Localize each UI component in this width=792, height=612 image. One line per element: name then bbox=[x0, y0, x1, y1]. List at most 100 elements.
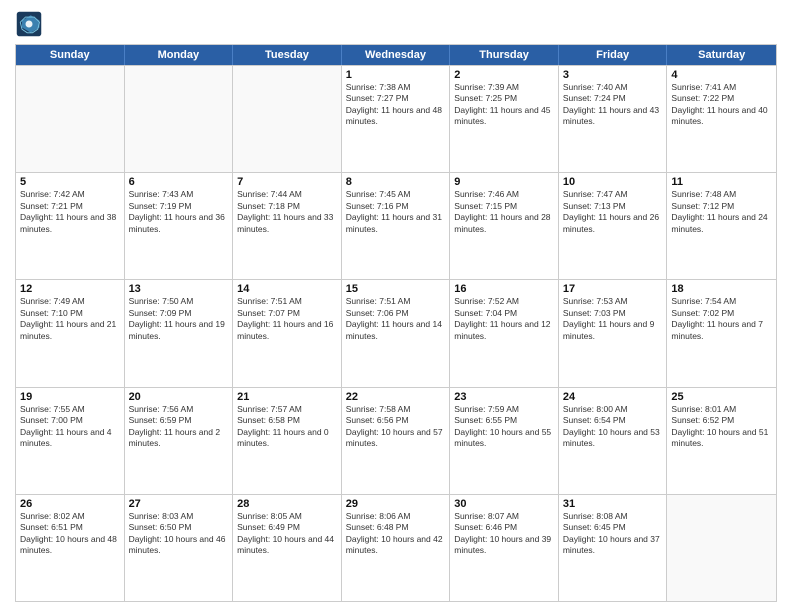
cell-info-text: Sunrise: 7:50 AM Sunset: 7:09 PM Dayligh… bbox=[129, 296, 229, 342]
header-day-monday: Monday bbox=[125, 45, 234, 65]
cal-cell-4: 4Sunrise: 7:41 AM Sunset: 7:22 PM Daylig… bbox=[667, 66, 776, 172]
day-number: 31 bbox=[563, 498, 663, 510]
day-number: 17 bbox=[563, 283, 663, 295]
cell-info-text: Sunrise: 7:43 AM Sunset: 7:19 PM Dayligh… bbox=[129, 189, 229, 235]
cell-info-text: Sunrise: 8:08 AM Sunset: 6:45 PM Dayligh… bbox=[563, 511, 663, 557]
week-row-1: 5Sunrise: 7:42 AM Sunset: 7:21 PM Daylig… bbox=[16, 172, 776, 279]
day-number: 7 bbox=[237, 176, 337, 188]
cal-cell-21: 21Sunrise: 7:57 AM Sunset: 6:58 PM Dayli… bbox=[233, 388, 342, 494]
header-day-wednesday: Wednesday bbox=[342, 45, 451, 65]
day-number: 22 bbox=[346, 391, 446, 403]
header-day-tuesday: Tuesday bbox=[233, 45, 342, 65]
day-number: 25 bbox=[671, 391, 772, 403]
cell-info-text: Sunrise: 7:58 AM Sunset: 6:56 PM Dayligh… bbox=[346, 404, 446, 450]
logo-icon bbox=[15, 10, 43, 38]
cal-cell-3: 3Sunrise: 7:40 AM Sunset: 7:24 PM Daylig… bbox=[559, 66, 668, 172]
week-row-0: 1Sunrise: 7:38 AM Sunset: 7:27 PM Daylig… bbox=[16, 65, 776, 172]
day-number: 19 bbox=[20, 391, 120, 403]
day-number: 11 bbox=[671, 176, 772, 188]
day-number: 13 bbox=[129, 283, 229, 295]
day-number: 4 bbox=[671, 69, 772, 81]
cell-info-text: Sunrise: 7:55 AM Sunset: 7:00 PM Dayligh… bbox=[20, 404, 120, 450]
header bbox=[15, 10, 777, 38]
cal-cell-26: 26Sunrise: 8:02 AM Sunset: 6:51 PM Dayli… bbox=[16, 495, 125, 601]
cal-cell-14: 14Sunrise: 7:51 AM Sunset: 7:07 PM Dayli… bbox=[233, 280, 342, 386]
cell-info-text: Sunrise: 7:47 AM Sunset: 7:13 PM Dayligh… bbox=[563, 189, 663, 235]
day-number: 5 bbox=[20, 176, 120, 188]
day-number: 26 bbox=[20, 498, 120, 510]
week-row-2: 12Sunrise: 7:49 AM Sunset: 7:10 PM Dayli… bbox=[16, 279, 776, 386]
cell-info-text: Sunrise: 7:41 AM Sunset: 7:22 PM Dayligh… bbox=[671, 82, 772, 128]
day-number: 12 bbox=[20, 283, 120, 295]
cal-cell-25: 25Sunrise: 8:01 AM Sunset: 6:52 PM Dayli… bbox=[667, 388, 776, 494]
day-number: 2 bbox=[454, 69, 554, 81]
header-day-saturday: Saturday bbox=[667, 45, 776, 65]
day-number: 28 bbox=[237, 498, 337, 510]
cal-cell-empty-0-0 bbox=[16, 66, 125, 172]
cell-info-text: Sunrise: 7:51 AM Sunset: 7:07 PM Dayligh… bbox=[237, 296, 337, 342]
cal-cell-2: 2Sunrise: 7:39 AM Sunset: 7:25 PM Daylig… bbox=[450, 66, 559, 172]
cell-info-text: Sunrise: 7:52 AM Sunset: 7:04 PM Dayligh… bbox=[454, 296, 554, 342]
cell-info-text: Sunrise: 7:45 AM Sunset: 7:16 PM Dayligh… bbox=[346, 189, 446, 235]
calendar-body: 1Sunrise: 7:38 AM Sunset: 7:27 PM Daylig… bbox=[16, 65, 776, 601]
cell-info-text: Sunrise: 8:05 AM Sunset: 6:49 PM Dayligh… bbox=[237, 511, 337, 557]
day-number: 16 bbox=[454, 283, 554, 295]
cell-info-text: Sunrise: 7:46 AM Sunset: 7:15 PM Dayligh… bbox=[454, 189, 554, 235]
cal-cell-27: 27Sunrise: 8:03 AM Sunset: 6:50 PM Dayli… bbox=[125, 495, 234, 601]
calendar-header-row: SundayMondayTuesdayWednesdayThursdayFrid… bbox=[16, 45, 776, 65]
header-day-friday: Friday bbox=[559, 45, 668, 65]
week-row-3: 19Sunrise: 7:55 AM Sunset: 7:00 PM Dayli… bbox=[16, 387, 776, 494]
day-number: 3 bbox=[563, 69, 663, 81]
day-number: 30 bbox=[454, 498, 554, 510]
day-number: 10 bbox=[563, 176, 663, 188]
cell-info-text: Sunrise: 7:44 AM Sunset: 7:18 PM Dayligh… bbox=[237, 189, 337, 235]
cal-cell-20: 20Sunrise: 7:56 AM Sunset: 6:59 PM Dayli… bbox=[125, 388, 234, 494]
cell-info-text: Sunrise: 7:42 AM Sunset: 7:21 PM Dayligh… bbox=[20, 189, 120, 235]
day-number: 6 bbox=[129, 176, 229, 188]
day-number: 9 bbox=[454, 176, 554, 188]
day-number: 15 bbox=[346, 283, 446, 295]
cell-info-text: Sunrise: 7:39 AM Sunset: 7:25 PM Dayligh… bbox=[454, 82, 554, 128]
cal-cell-22: 22Sunrise: 7:58 AM Sunset: 6:56 PM Dayli… bbox=[342, 388, 451, 494]
cal-cell-8: 8Sunrise: 7:45 AM Sunset: 7:16 PM Daylig… bbox=[342, 173, 451, 279]
cal-cell-9: 9Sunrise: 7:46 AM Sunset: 7:15 PM Daylig… bbox=[450, 173, 559, 279]
logo bbox=[15, 10, 47, 38]
cal-cell-24: 24Sunrise: 8:00 AM Sunset: 6:54 PM Dayli… bbox=[559, 388, 668, 494]
cal-cell-5: 5Sunrise: 7:42 AM Sunset: 7:21 PM Daylig… bbox=[16, 173, 125, 279]
cell-info-text: Sunrise: 7:59 AM Sunset: 6:55 PM Dayligh… bbox=[454, 404, 554, 450]
day-number: 18 bbox=[671, 283, 772, 295]
cal-cell-10: 10Sunrise: 7:47 AM Sunset: 7:13 PM Dayli… bbox=[559, 173, 668, 279]
day-number: 24 bbox=[563, 391, 663, 403]
cell-info-text: Sunrise: 7:51 AM Sunset: 7:06 PM Dayligh… bbox=[346, 296, 446, 342]
cal-cell-1: 1Sunrise: 7:38 AM Sunset: 7:27 PM Daylig… bbox=[342, 66, 451, 172]
cal-cell-11: 11Sunrise: 7:48 AM Sunset: 7:12 PM Dayli… bbox=[667, 173, 776, 279]
cell-info-text: Sunrise: 8:06 AM Sunset: 6:48 PM Dayligh… bbox=[346, 511, 446, 557]
cell-info-text: Sunrise: 7:38 AM Sunset: 7:27 PM Dayligh… bbox=[346, 82, 446, 128]
day-number: 8 bbox=[346, 176, 446, 188]
cell-info-text: Sunrise: 8:02 AM Sunset: 6:51 PM Dayligh… bbox=[20, 511, 120, 557]
day-number: 29 bbox=[346, 498, 446, 510]
cell-info-text: Sunrise: 8:00 AM Sunset: 6:54 PM Dayligh… bbox=[563, 404, 663, 450]
cell-info-text: Sunrise: 7:56 AM Sunset: 6:59 PM Dayligh… bbox=[129, 404, 229, 450]
cell-info-text: Sunrise: 8:01 AM Sunset: 6:52 PM Dayligh… bbox=[671, 404, 772, 450]
cell-info-text: Sunrise: 7:49 AM Sunset: 7:10 PM Dayligh… bbox=[20, 296, 120, 342]
day-number: 27 bbox=[129, 498, 229, 510]
cal-cell-17: 17Sunrise: 7:53 AM Sunset: 7:03 PM Dayli… bbox=[559, 280, 668, 386]
cell-info-text: Sunrise: 8:07 AM Sunset: 6:46 PM Dayligh… bbox=[454, 511, 554, 557]
cell-info-text: Sunrise: 7:48 AM Sunset: 7:12 PM Dayligh… bbox=[671, 189, 772, 235]
cal-cell-18: 18Sunrise: 7:54 AM Sunset: 7:02 PM Dayli… bbox=[667, 280, 776, 386]
cal-cell-6: 6Sunrise: 7:43 AM Sunset: 7:19 PM Daylig… bbox=[125, 173, 234, 279]
cal-cell-29: 29Sunrise: 8:06 AM Sunset: 6:48 PM Dayli… bbox=[342, 495, 451, 601]
cell-info-text: Sunrise: 7:57 AM Sunset: 6:58 PM Dayligh… bbox=[237, 404, 337, 450]
calendar: SundayMondayTuesdayWednesdayThursdayFrid… bbox=[15, 44, 777, 602]
cal-cell-16: 16Sunrise: 7:52 AM Sunset: 7:04 PM Dayli… bbox=[450, 280, 559, 386]
day-number: 23 bbox=[454, 391, 554, 403]
cell-info-text: Sunrise: 7:40 AM Sunset: 7:24 PM Dayligh… bbox=[563, 82, 663, 128]
page: SundayMondayTuesdayWednesdayThursdayFrid… bbox=[0, 0, 792, 612]
cell-info-text: Sunrise: 8:03 AM Sunset: 6:50 PM Dayligh… bbox=[129, 511, 229, 557]
cal-cell-31: 31Sunrise: 8:08 AM Sunset: 6:45 PM Dayli… bbox=[559, 495, 668, 601]
cal-cell-30: 30Sunrise: 8:07 AM Sunset: 6:46 PM Dayli… bbox=[450, 495, 559, 601]
cal-cell-empty-0-1 bbox=[125, 66, 234, 172]
week-row-4: 26Sunrise: 8:02 AM Sunset: 6:51 PM Dayli… bbox=[16, 494, 776, 601]
cal-cell-7: 7Sunrise: 7:44 AM Sunset: 7:18 PM Daylig… bbox=[233, 173, 342, 279]
